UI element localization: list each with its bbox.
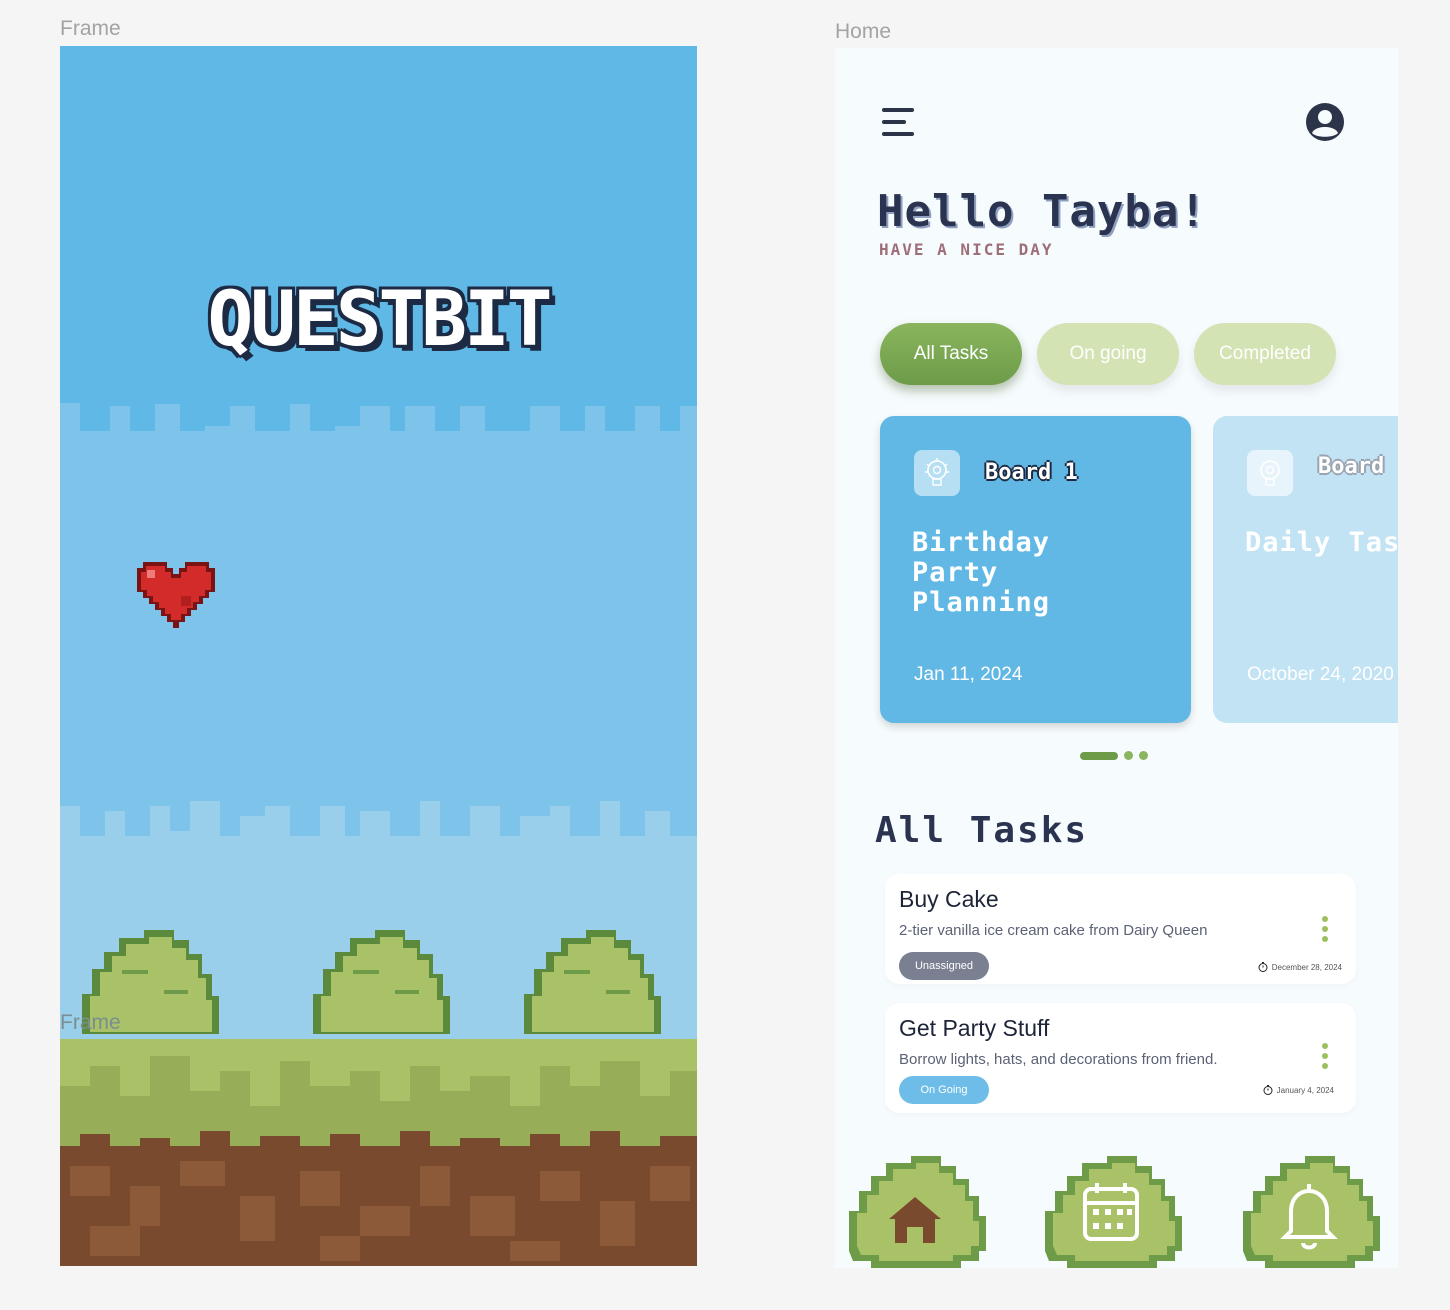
task-title: Get Party Stuff: [899, 1015, 1050, 1041]
filter-all-tasks[interactable]: All Tasks: [880, 323, 1022, 385]
board-name: Birthday Party Planning: [912, 527, 1051, 618]
task-date: December 28, 2024: [1258, 962, 1342, 972]
task-card[interactable]: Buy Cake 2-tier vanilla ice cream cake f…: [885, 874, 1356, 984]
lightbulb-gear-icon: [914, 450, 960, 496]
home-screen: Hello Tayba! HAVE A NICE DAY All Tasks O…: [835, 48, 1398, 1268]
splash-background: [60, 46, 697, 1266]
status-badge[interactable]: On Going: [899, 1076, 989, 1104]
nav-calendar-button[interactable]: [1037, 1151, 1185, 1268]
filter-on-going[interactable]: On going: [1037, 323, 1179, 385]
board-date: Jan 11, 2024: [914, 664, 1023, 685]
board-date: October 24, 2020: [1247, 664, 1394, 685]
heart-icon: [137, 562, 215, 628]
board-label: Board 1: [985, 460, 1078, 485]
board-card-2[interactable]: Board Daily Tasks October 24, 2020: [1213, 416, 1398, 723]
task-description: 2-tier vanilla ice cream cake from Dairy…: [899, 922, 1208, 939]
board-label: Board: [1318, 454, 1385, 479]
timer-icon: [1263, 1085, 1273, 1095]
lightbulb-gear-icon: [1247, 450, 1293, 496]
task-card[interactable]: Get Party Stuff Borrow lights, hats, and…: [885, 1003, 1356, 1113]
task-title: Buy Cake: [899, 886, 999, 912]
task-date-text: December 28, 2024: [1271, 962, 1342, 972]
frame-label-home: Home: [835, 20, 892, 43]
greeting-subtitle: HAVE A NICE DAY: [879, 240, 1054, 259]
nav-notifications-button[interactable]: [1235, 1151, 1383, 1268]
carousel-dot[interactable]: [1124, 751, 1133, 760]
profile-icon[interactable]: [1305, 102, 1345, 142]
board-name: Daily Tasks: [1245, 527, 1398, 558]
board-card-1[interactable]: Board 1 Birthday Party Planning Jan 11, …: [880, 416, 1191, 723]
status-badge[interactable]: Unassigned: [899, 952, 989, 980]
task-date-text: January 4, 2024: [1276, 1085, 1334, 1095]
app-logo: QUESTBIT: [207, 274, 552, 363]
kebab-menu-icon[interactable]: [1321, 916, 1329, 946]
greeting-heading: Hello Tayba!: [877, 186, 1207, 237]
carousel-dot[interactable]: [1139, 751, 1148, 760]
frame-label-overlay: Frame: [60, 1011, 121, 1034]
frame-label-splash: Frame: [60, 17, 121, 40]
kebab-menu-icon[interactable]: [1321, 1043, 1329, 1073]
section-title: All Tasks: [875, 810, 1089, 851]
menu-icon[interactable]: [882, 108, 914, 136]
task-description: Borrow lights, hats, and decorations fro…: [899, 1051, 1218, 1068]
carousel-dot-active[interactable]: [1080, 751, 1118, 760]
timer-icon: [1258, 962, 1268, 972]
task-date: January 4, 2024: [1263, 1085, 1334, 1095]
splash-frame: QUESTBIT Frame: [60, 46, 697, 1266]
filter-completed[interactable]: Completed: [1194, 323, 1336, 385]
nav-home-button[interactable]: [841, 1151, 989, 1268]
carousel-indicator: [1080, 751, 1148, 760]
